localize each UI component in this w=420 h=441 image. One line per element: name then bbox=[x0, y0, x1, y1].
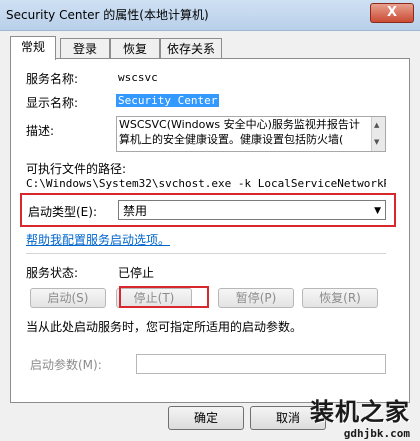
start-params-note: 当从此处启动服务时，您可指定所适用的启动参数。 bbox=[26, 320, 303, 334]
scroll-up-icon[interactable]: ▲ bbox=[374, 118, 379, 133]
display-name-label: 显示名称: bbox=[26, 96, 79, 110]
display-name-field[interactable]: Security Center bbox=[116, 94, 220, 107]
start-params-input[interactable] bbox=[136, 354, 386, 374]
start-button[interactable]: 启动(S) bbox=[30, 288, 106, 308]
tab-logon[interactable]: 登录 bbox=[60, 38, 110, 59]
service-name-label: 服务名称: bbox=[26, 72, 79, 86]
description-line: 算机上的安全健康设置。健康设置包括防火墙( bbox=[119, 133, 344, 146]
description-line: WSCSVC(Windows 安全中心)服务监视并报告计 bbox=[119, 118, 360, 131]
resume-button[interactable]: 恢复(R) bbox=[302, 288, 378, 308]
divider bbox=[26, 253, 386, 254]
description-scrollbar[interactable]: ▲ ▼ bbox=[371, 117, 385, 151]
service-status-value: 已停止 bbox=[118, 266, 155, 280]
service-name-value: wscsvc bbox=[118, 71, 158, 84]
tab-recovery[interactable]: 恢复 bbox=[110, 38, 160, 59]
help-config-link[interactable]: 帮助我配置服务启动选项。 bbox=[26, 231, 170, 248]
watermark: 装机之家 gdhjbk.com bbox=[310, 392, 410, 440]
scroll-down-icon[interactable]: ▼ bbox=[374, 135, 379, 150]
display-name-value: Security Center bbox=[116, 94, 220, 107]
description-box[interactable]: WSCSVC(Windows 安全中心)服务监视并报告计 算机上的安全健康设置。… bbox=[116, 116, 386, 152]
exec-path-value: C:\Windows\System32\svchost.exe -k Local… bbox=[26, 177, 386, 190]
window-title: Security Center 的属性(本地计算机) bbox=[6, 8, 209, 22]
tab-dependencies[interactable]: 依存关系 bbox=[160, 38, 222, 59]
close-button[interactable]: X bbox=[370, 3, 414, 23]
watermark-text: 装机之家 bbox=[310, 398, 410, 426]
ok-button[interactable]: 确定 bbox=[168, 406, 244, 430]
title-bar: Security Center 的属性(本地计算机) X bbox=[0, 0, 420, 31]
watermark-url: gdhjbk.com bbox=[343, 427, 410, 440]
pause-button[interactable]: 暂停(P) bbox=[218, 288, 294, 308]
startup-type-highlight bbox=[20, 193, 396, 227]
stop-button-highlight bbox=[119, 286, 209, 308]
tab-general[interactable]: 常规 bbox=[10, 36, 56, 60]
description-label: 描述: bbox=[26, 124, 55, 138]
service-status-label: 服务状态: bbox=[26, 266, 79, 280]
exec-path-label: 可执行文件的路径: bbox=[26, 162, 127, 176]
start-params-label: 启动参数(M): bbox=[30, 358, 102, 372]
